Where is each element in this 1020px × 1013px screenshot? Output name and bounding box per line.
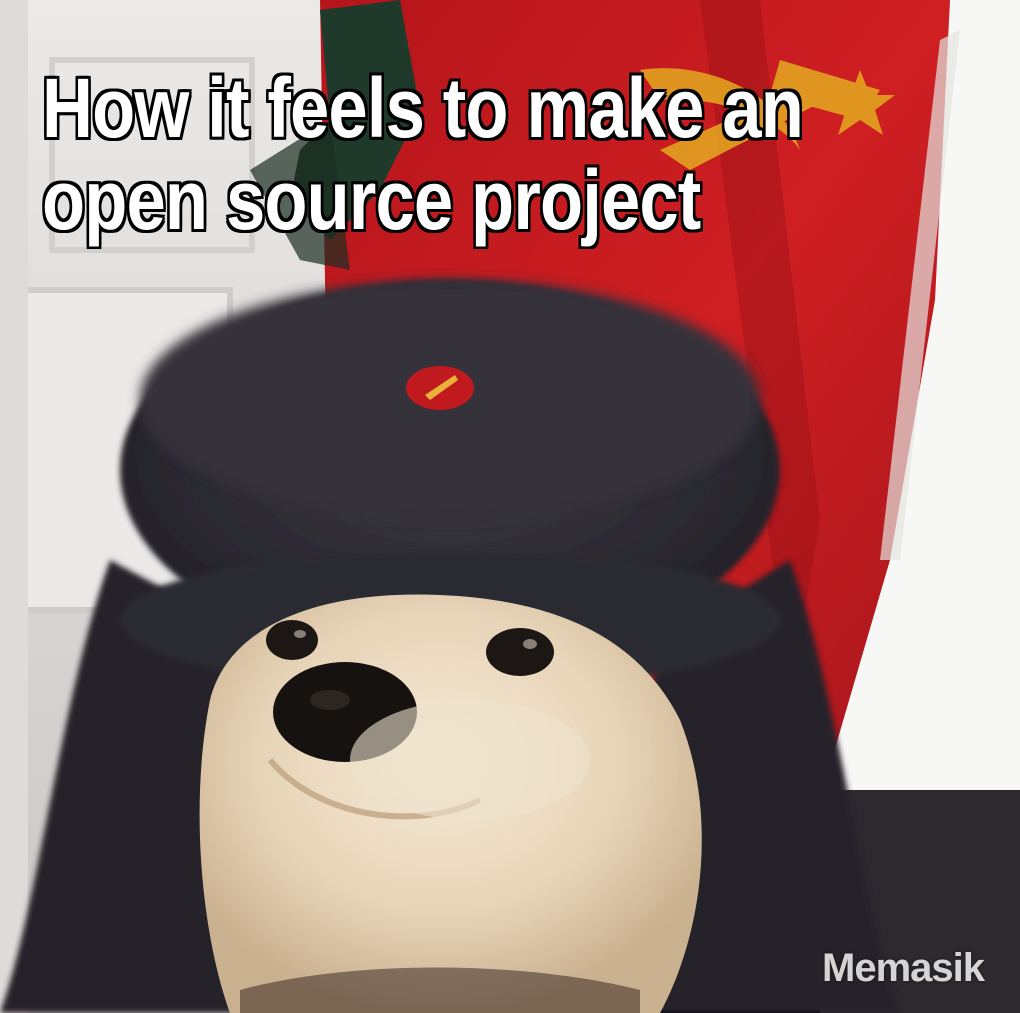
dog-eye-left [266,620,318,660]
caption-line-1: How it feels to make an [42,61,804,155]
dog-eye-right [486,628,554,676]
watermark-text: Memasik [822,946,985,990]
red-star-badge [406,366,474,410]
meme-image: How it feels to make an open source proj… [0,0,1020,1013]
dog-face [199,594,702,1013]
door-frame [0,0,28,1013]
meme-caption: How it feels to make an open source proj… [42,61,804,247]
caption-line-2: open source project [42,153,701,247]
